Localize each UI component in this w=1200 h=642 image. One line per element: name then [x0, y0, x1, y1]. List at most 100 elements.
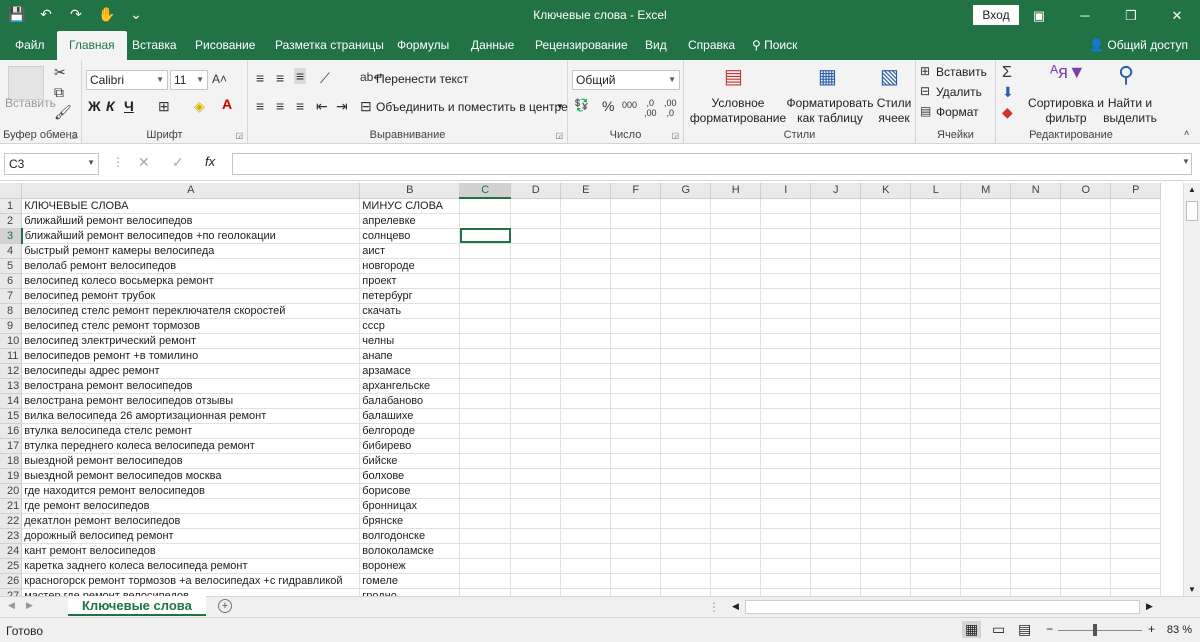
row-header[interactable]: 15 — [0, 408, 23, 424]
cell[interactable] — [610, 588, 662, 596]
cell[interactable]: быстрый ремонт камеры велосипеда — [21, 243, 361, 259]
cell[interactable] — [610, 543, 662, 559]
cell[interactable] — [860, 468, 912, 484]
cell[interactable] — [1010, 393, 1062, 409]
cell[interactable] — [610, 558, 662, 574]
cell[interactable] — [1010, 228, 1062, 244]
cell[interactable] — [710, 318, 762, 334]
tab-formulas[interactable]: Формулы — [397, 38, 449, 52]
cell[interactable] — [810, 423, 862, 439]
cell[interactable] — [459, 468, 512, 484]
cell[interactable] — [1010, 198, 1062, 214]
cell[interactable] — [710, 588, 762, 596]
cell[interactable] — [810, 303, 862, 319]
cell[interactable] — [560, 258, 612, 274]
cell[interactable] — [1010, 363, 1062, 379]
increase-font-icon[interactable]: A˄ — [212, 72, 227, 86]
cell[interactable] — [560, 303, 612, 319]
cell[interactable] — [610, 213, 662, 229]
cell[interactable] — [1010, 588, 1062, 596]
cell[interactable]: велолаб ремонт велосипедов — [21, 258, 361, 274]
cell-styles-button[interactable]: Стили ячеек — [874, 96, 914, 126]
number-format-combo[interactable]: Общий ▼ — [572, 70, 680, 90]
cell[interactable] — [1060, 363, 1112, 379]
row-header[interactable]: 11 — [0, 348, 23, 364]
cell[interactable] — [1110, 528, 1162, 544]
cell[interactable] — [860, 513, 912, 529]
cell[interactable] — [960, 228, 1012, 244]
clear-icon[interactable]: ◆ — [1002, 104, 1013, 121]
row-header[interactable]: 13 — [0, 378, 23, 394]
cell[interactable] — [760, 363, 812, 379]
cell[interactable] — [660, 513, 712, 529]
cell[interactable] — [560, 273, 612, 289]
cell[interactable] — [760, 243, 812, 259]
fill-color-icon[interactable]: ◈ — [194, 98, 205, 115]
tab-review[interactable]: Рецензирование — [535, 38, 628, 52]
cell[interactable]: брянске — [359, 513, 461, 529]
column-header[interactable]: G — [660, 183, 712, 199]
cell[interactable] — [710, 333, 762, 349]
format-painter-icon[interactable]: 🖌 — [54, 104, 72, 121]
cell[interactable]: гродно — [359, 588, 461, 596]
cell[interactable] — [810, 333, 862, 349]
scroll-up-icon[interactable]: ▲ — [1188, 185, 1196, 194]
cell[interactable] — [860, 258, 912, 274]
column-header[interactable]: M — [960, 183, 1012, 199]
cell[interactable] — [910, 543, 962, 559]
cell[interactable] — [660, 333, 712, 349]
cell[interactable]: МИНУС СЛОВА — [359, 198, 461, 214]
cell[interactable] — [560, 453, 612, 469]
cell[interactable] — [960, 348, 1012, 364]
cell[interactable] — [960, 483, 1012, 499]
cell[interactable] — [860, 288, 912, 304]
align-middle-icon[interactable]: ≡ — [276, 70, 284, 86]
cell[interactable] — [810, 483, 862, 499]
cell[interactable] — [660, 303, 712, 319]
cell[interactable] — [810, 228, 862, 244]
find-select-button[interactable]: Найти и выделить — [1102, 96, 1158, 126]
row-header[interactable]: 4 — [0, 243, 23, 259]
cell[interactable] — [960, 498, 1012, 514]
cell[interactable] — [610, 498, 662, 514]
cell[interactable] — [610, 483, 662, 499]
cell[interactable] — [560, 198, 612, 214]
cell[interactable] — [1110, 543, 1162, 559]
font-name-combo[interactable]: Calibri ▼ — [86, 70, 168, 90]
cell[interactable] — [660, 258, 712, 274]
cell[interactable] — [760, 543, 812, 559]
column-header[interactable]: N — [1010, 183, 1062, 199]
cell[interactable] — [1060, 198, 1112, 214]
row-header[interactable]: 23 — [0, 528, 23, 544]
next-sheet-icon[interactable]: ▶ — [26, 600, 33, 611]
cell[interactable] — [810, 213, 862, 229]
cell[interactable] — [459, 258, 512, 274]
align-center-icon[interactable]: ≡ — [276, 98, 284, 114]
cell[interactable] — [860, 588, 912, 596]
cell[interactable] — [459, 558, 512, 574]
tab-file[interactable]: Файл — [15, 38, 45, 52]
enter-icon[interactable]: ✓ — [172, 154, 184, 171]
row-header[interactable]: 25 — [0, 558, 23, 574]
cell[interactable] — [510, 348, 562, 364]
decrease-decimal-icon[interactable]: ,00,0 — [664, 98, 677, 118]
cell[interactable] — [810, 513, 862, 529]
cell[interactable] — [860, 243, 912, 259]
orientation-icon[interactable]: ⟋ — [320, 70, 330, 87]
cell[interactable] — [610, 453, 662, 469]
cell[interactable] — [459, 483, 512, 499]
cell[interactable] — [1110, 393, 1162, 409]
cell[interactable] — [1060, 318, 1112, 334]
insert-function-icon[interactable]: fx — [205, 154, 215, 169]
cell[interactable] — [860, 363, 912, 379]
cell[interactable] — [760, 528, 812, 544]
cell[interactable] — [910, 408, 962, 424]
cell[interactable] — [1060, 438, 1112, 454]
cell[interactable] — [860, 438, 912, 454]
column-header[interactable]: P — [1110, 183, 1162, 199]
cell[interactable] — [1010, 288, 1062, 304]
cell[interactable] — [510, 543, 562, 559]
cell[interactable] — [1010, 543, 1062, 559]
dialog-launcher-icon[interactable]: ◲ — [671, 131, 679, 140]
cell[interactable] — [610, 423, 662, 439]
